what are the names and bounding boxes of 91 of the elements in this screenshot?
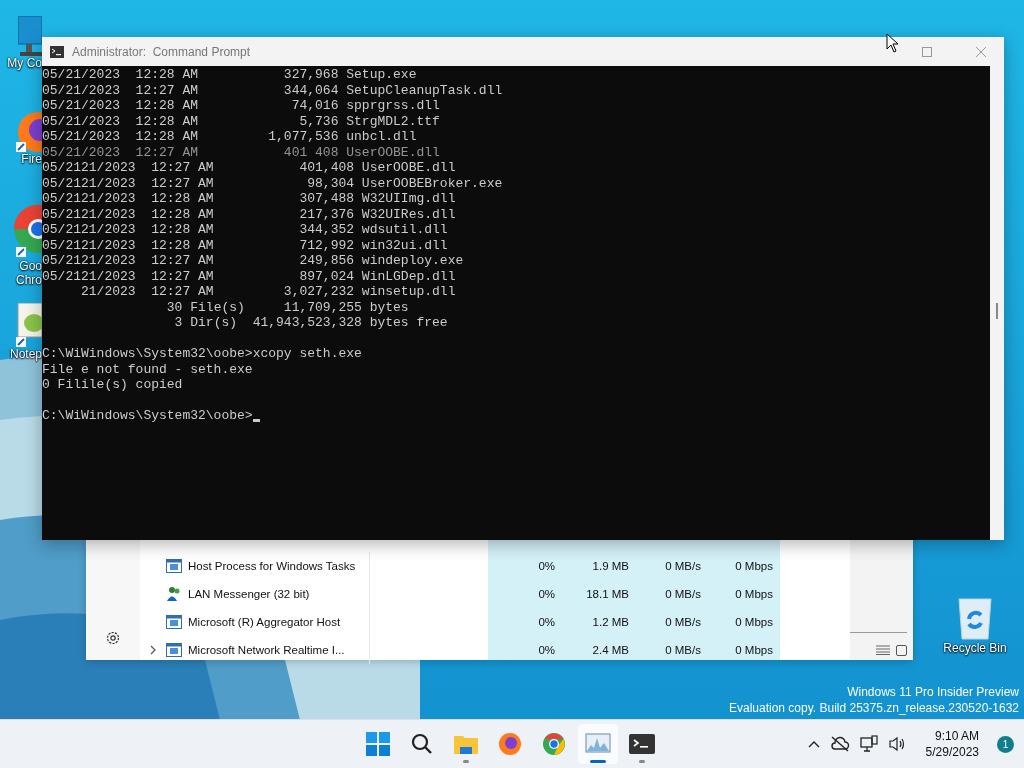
process-name[interactable]: LAN Messenger (32 bit): [140, 580, 370, 608]
clock-date[interactable]: 5/29/2023: [925, 744, 979, 760]
console-text: 21/2023 12:27 AM 401,408 UserOOBE.dll: [81, 160, 456, 176]
console-text: 05/21/2023 12:27 AM 401 408 UserOOBE.dll: [42, 144, 440, 160]
settings-icon[interactable]: [105, 630, 121, 646]
console-text: 21/2023 12:27 AM 3,027,232 winsetup.dll: [80, 284, 456, 300]
console-text: 05/21: [42, 160, 81, 176]
cpu-cell-text: 0%: [537, 588, 556, 600]
window-icon: [166, 643, 182, 657]
console-text: File: [42, 361, 75, 377]
console-text: 05/21: [42, 253, 81, 268]
close-icon: [976, 46, 986, 57]
expand-chevron-icon[interactable]: [150, 645, 156, 655]
process-name[interactable]: Host Process for Windows Tasks: [140, 552, 370, 580]
network-cell-text: 0 Mbps: [734, 588, 774, 600]
console-text: 21/2023 12:27 AM 249,856 windeploy.exe: [81, 253, 464, 269]
disk-cell-text: 0 MB/s: [664, 560, 702, 572]
console-text: e not found - seth.exe: [81, 361, 253, 377]
console-text: 05/21/2023 12:28 AM 74,016 spprgrss.dll: [42, 98, 440, 114]
terminal-icon: [629, 734, 655, 754]
memory-cell-text: 18.1 MB: [585, 588, 630, 600]
windows-logo-icon: [366, 732, 390, 756]
chevron-up-icon: [807, 740, 820, 748]
process-name[interactable]: Microsoft (R) Aggregator Host: [140, 608, 370, 636]
icon-label: Goo: [19, 259, 42, 273]
network-cell-text: 0 Mbps: [734, 644, 774, 656]
scrollbar-thumb[interactable]: [996, 303, 998, 319]
memory-cell-text: 2.4 MB: [591, 644, 630, 656]
console-text: Windows\System32\oobe>xcopy seth.exe: [81, 346, 362, 362]
disk-cell-text: 0 MB/s: [664, 616, 702, 628]
console-text: 0 Fil: [42, 377, 81, 393]
os-notice-text: Evaluation copy. Build 25375.zn_release.230520-1632: [729, 700, 1019, 716]
console-text: Windows\System32\oobe>: [81, 408, 253, 424]
console-text: 05/21/2023 12:27 AM 344,064 SetupCleanupTask.dll: [42, 82, 503, 98]
console-text: 30 File(s) 11,709,255 bytes: [165, 299, 409, 315]
cpu-cell-text: 0%: [537, 560, 556, 572]
console-text: 21/2023 12:28 AM 712,992 win32ui.dll: [81, 237, 448, 253]
console-text: 21/2023 12:27 AM 897,024 WinLGDep.dll: [81, 268, 456, 284]
people-icon: [166, 586, 182, 602]
details-view-icon[interactable]: [876, 645, 890, 655]
icon-label: Notep: [9, 347, 42, 361]
console-text: 05/21: [42, 237, 81, 253]
clock-time[interactable]: 9:10 AM: [934, 728, 979, 744]
os-notice-text: Windows 11 Pro Insider Preview: [847, 684, 1019, 700]
cpu-cell-text: 0%: [537, 616, 556, 628]
console-text: 05/21/2023 12:28 AM 5,736 StrgMDL2.ttf: [42, 113, 440, 129]
console-text: 3 Dir(s) 41,943,523,328 bytes free: [173, 315, 448, 331]
memory-cell-text: 1.2 MB: [591, 616, 630, 628]
terminal-icon: [50, 45, 64, 58]
console-text: 21/2023 12:28 AM 217,376 W32UIRes.dll: [81, 206, 456, 222]
disk-cell-text: 0 MB/s: [664, 588, 702, 600]
window-icon: [166, 615, 182, 629]
network-icon: [859, 735, 878, 753]
console-text: 21/2023 12:28 AM 307,488 W32UIImg.dll: [81, 191, 456, 207]
disk-cell-text: 0 MB/s: [664, 644, 702, 656]
memory-cell-text: 1.9 MB: [591, 560, 630, 572]
icon-label: Fire: [21, 152, 42, 166]
console-text: 05/21: [42, 268, 81, 284]
console-text: C:\Wi: [42, 408, 81, 424]
console-text: 05/21/2023 12:28 AM 1,077,536 unbcl.dll: [42, 129, 417, 145]
network-cell-text: 0 Mbps: [734, 616, 774, 628]
maximize-icon: [922, 46, 932, 57]
firefox-icon: [498, 732, 522, 756]
square-icon[interactable]: [896, 645, 907, 656]
console-text: 05/21: [42, 222, 81, 238]
performance-graph-icon: [585, 733, 611, 755]
console-text: C:\Wi: [42, 346, 81, 362]
window-icon: [166, 559, 182, 573]
notepad-icon: [16, 303, 42, 347]
icon-label: My Co: [7, 56, 42, 70]
console-text: 05/21: [42, 206, 81, 222]
volume-icon: [887, 736, 906, 752]
notification-badge[interactable]: 1: [997, 735, 1014, 753]
window-title: Administrator: Command Prompt: [72, 44, 251, 59]
console-text: 21/2023 12:27 AM 98,304 UserOOBEBroker.exe: [81, 175, 503, 191]
process-name[interactable]: Microsoft Network Realtime I...: [140, 636, 370, 664]
search-icon: [411, 733, 433, 755]
cloud-off-icon: [829, 736, 850, 752]
console-text: 05/21/2023 12:28 AM 327,968 Setup.exe: [42, 67, 417, 83]
network-cell-text: 0 Mbps: [734, 560, 774, 572]
console-text: ile(s) copied: [81, 377, 183, 393]
computer-icon: [18, 16, 42, 56]
console-text: 21/2023 12:28 AM 344,352 wdsutil.dll: [81, 222, 448, 238]
cpu-cell-text: 0%: [537, 644, 556, 656]
recycle-bin-icon: [955, 597, 995, 641]
icon-label: Recycle Bin: [943, 641, 1007, 655]
console-text: 05/21: [42, 175, 81, 191]
folder-icon: [453, 733, 479, 755]
icon-label: Chro: [16, 273, 42, 287]
console-text: 05/21: [42, 191, 81, 207]
chrome-icon: [542, 732, 566, 756]
